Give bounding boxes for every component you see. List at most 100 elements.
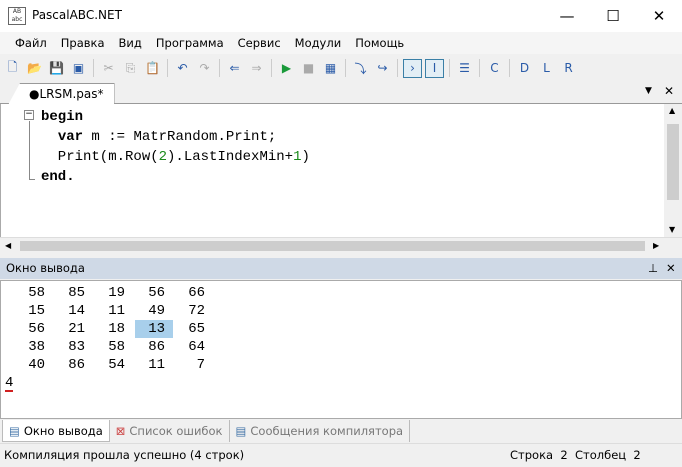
menu-item-2[interactable]: Вид (112, 32, 149, 54)
tab-list-button[interactable]: ▼ (645, 86, 652, 96)
maximize-button[interactable]: ☐ (590, 4, 636, 28)
doc-l-icon[interactable]: L (537, 59, 556, 78)
toolbar-separator (509, 59, 510, 77)
matrix-cell: 58 (108, 339, 125, 355)
scroll-right-icon[interactable]: ▶ (653, 241, 659, 250)
code-token: Print(m.Row( (41, 149, 159, 165)
toolbar-separator (271, 59, 272, 77)
scroll-up-icon[interactable]: ▲ (669, 106, 675, 115)
code-token: ) (301, 149, 310, 165)
matrix-cell: 19 (108, 285, 125, 301)
matrix-cell: 54 (108, 357, 125, 373)
output-result: 4 (5, 375, 14, 392)
matrix-cell: 65 (188, 321, 205, 337)
bottom-tab-label: Список ошибок (129, 424, 223, 438)
code-line: Print(m.Row(2).LastIndexMin+1) (41, 147, 310, 167)
compiler-messages-icon: ▤ (235, 424, 247, 438)
menu-bar: Файл Правка Вид Программа Сервис Модули Помощь (0, 32, 682, 54)
output-window-icon[interactable]: › (403, 58, 422, 78)
output-list-icon: ▤ (9, 423, 20, 438)
matrix-cell: 66 (188, 285, 205, 301)
output-panel-header: Окно вывода ⊥ ✕ (0, 258, 682, 279)
matrix-cell: 56 (148, 285, 165, 301)
scroll-down-icon[interactable]: ▼ (669, 225, 675, 234)
output-window[interactable]: 58 85 19 56 66 15 14 11 49 72 56 21 18 13 65 38 83 58 86 64… (0, 280, 682, 419)
menu-item-6[interactable]: Помощь (348, 32, 411, 54)
compile-icon[interactable]: ▦ (321, 59, 340, 78)
bottom-tabs: ▤ Окно вывода ⊠ Список ошибок ▤ Сообщения ком… (0, 420, 682, 442)
save-all-icon[interactable]: ▣ (69, 59, 88, 78)
navigate-forward-icon[interactable]: ⇒ (247, 59, 266, 78)
matrix-cell: 85 (68, 285, 85, 301)
matrix-cell: 49 (148, 303, 165, 319)
matrix-cell: 11 (108, 303, 125, 319)
toolbar: 🗋 📂 💾 ▣ ✂ ⎘ 📋 ↶ ↷ ⇐ ⇒ ▶ ■ ▦ ⤵ ↪ › I ☰ C D L R (0, 55, 682, 81)
minimize-button[interactable]: — (544, 4, 590, 28)
code-line: end. (41, 167, 75, 187)
matrix-cell: 18 (108, 321, 125, 337)
cut-icon[interactable]: ✂ (99, 59, 118, 78)
matrix-cell: 72 (188, 303, 205, 319)
bottom-tab-2[interactable]: ▤ Сообщения компилятора (230, 420, 411, 442)
run-icon[interactable]: ▶ (277, 59, 296, 78)
debug-step-over-icon[interactable]: ↪ (373, 59, 392, 78)
bottom-tab-label: Окно вывода (23, 423, 103, 438)
scroll-left-icon[interactable]: ◀ (5, 241, 11, 250)
code-token: m := MatrRandom.Print; (83, 129, 277, 145)
bottom-tab-0[interactable]: ▤ Окно вывода (2, 420, 110, 442)
bottom-tab-label: Сообщения компилятора (250, 424, 404, 438)
close-button[interactable]: ✕ (636, 4, 682, 28)
debug-step-into-icon[interactable]: ⤵ (351, 59, 370, 78)
doc-r-icon[interactable]: R (559, 59, 578, 78)
horizontal-scroll-thumb[interactable] (20, 241, 645, 251)
toolbar-separator (219, 59, 220, 77)
toolbar-separator (167, 59, 168, 77)
matrix-cell: 11 (148, 357, 165, 373)
window-title: PascalABC.NET (32, 8, 122, 22)
format-icon[interactable]: ☰ (455, 59, 474, 78)
error-list-icon: ⊠ (115, 424, 126, 438)
matrix-cell: 14 (68, 303, 85, 319)
stop-icon[interactable]: ■ (299, 59, 318, 78)
toolbar-separator (345, 59, 346, 77)
matrix-cell: 15 (28, 303, 45, 319)
menu-item-1[interactable]: Правка (54, 32, 112, 54)
copy-icon[interactable]: ⎘ (121, 59, 140, 78)
console-icon[interactable]: I (425, 58, 444, 78)
new-file-icon[interactable]: 🗋 (3, 59, 22, 78)
matrix-cell: 56 (28, 321, 45, 337)
save-icon[interactable]: 💾 (47, 59, 66, 78)
pin-icon[interactable]: ⊥ (648, 258, 658, 279)
tab-close-button[interactable]: ✕ (664, 84, 674, 98)
vertical-scroll-thumb[interactable] (667, 124, 679, 200)
output-close-button[interactable]: ✕ (666, 258, 676, 279)
bottom-tab-1[interactable]: ⊠ Список ошибок (110, 420, 230, 442)
status-message: Компиляция прошла успешно (4 строк) (4, 448, 245, 462)
matrix-cell: 64 (188, 339, 205, 355)
menu-item-3[interactable]: Программа (149, 32, 231, 54)
undo-icon[interactable]: ↶ (173, 59, 192, 78)
title-bar: AB abc PascalABC.NET — ☐ ✕ (0, 0, 682, 32)
app-icon: AB abc (8, 7, 26, 25)
code-editor[interactable]: begin var m := MatrRandom.Print; Print(m… (0, 104, 664, 237)
fold-line (29, 121, 35, 180)
navigate-back-icon[interactable]: ⇐ (225, 59, 244, 78)
toolbar-separator (479, 59, 480, 77)
code-line: var m := MatrRandom.Print; (41, 127, 276, 147)
menu-item-5[interactable]: Модули (288, 32, 349, 54)
matrix-cell: 83 (68, 339, 85, 355)
toolbar-separator (449, 59, 450, 77)
toolbar-separator (397, 59, 398, 77)
redo-icon[interactable]: ↷ (195, 59, 214, 78)
tab-lrsm-pas[interactable]: ●LRSM.pas* (8, 83, 115, 105)
cursor-position: Строка 2 Столбец 2 (510, 448, 641, 462)
paste-icon[interactable]: 📋 (143, 59, 162, 78)
status-bar: Компиляция прошла успешно (4 строк) Стро… (0, 443, 682, 466)
open-icon[interactable]: 📂 (25, 59, 44, 78)
code-templates-icon[interactable]: C (485, 59, 504, 78)
doc-d-icon[interactable]: D (515, 59, 534, 78)
fold-toggle-icon[interactable]: − (24, 110, 34, 120)
menu-item-0[interactable]: Файл (8, 32, 54, 54)
menu-item-4[interactable]: Сервис (231, 32, 288, 54)
